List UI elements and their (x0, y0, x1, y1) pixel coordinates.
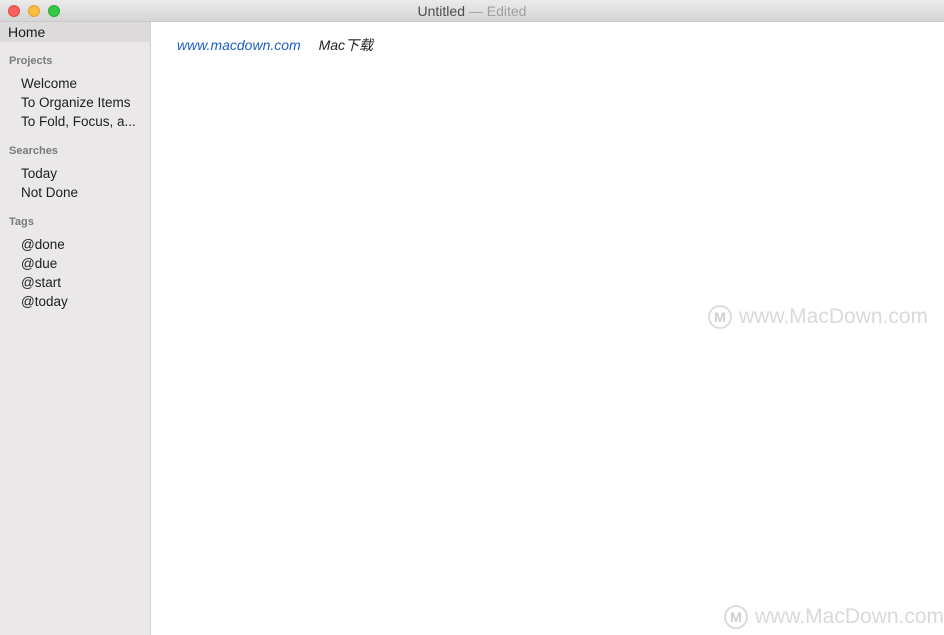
sidebar-item-not-done[interactable]: Not Done (21, 185, 146, 200)
document-name: Untitled (417, 3, 465, 19)
sidebar-item-tag-start[interactable]: @start (21, 275, 146, 290)
watermark-text: www.MacDown.com (755, 605, 944, 628)
tags-header: Tags (9, 216, 34, 228)
document-line[interactable]: www.macdown.com Mac下载 (177, 35, 373, 55)
watermark-text: www.MacDown.com (739, 305, 929, 328)
searches-header: Searches (9, 145, 58, 157)
sidebar-item-welcome[interactable]: Welcome (21, 76, 146, 91)
watermark-center: M www.MacDown.com (708, 305, 928, 329)
projects-header: Projects (9, 55, 53, 67)
window-title: Untitled — Edited (0, 0, 944, 22)
sidebar-item-today[interactable]: Today (21, 166, 146, 181)
sidebar-item-tag-today[interactable]: @today (21, 294, 146, 309)
url-link[interactable]: www.macdown.com (177, 37, 301, 53)
app-window: Untitled — Edited Home Projects Welcome … (0, 0, 944, 635)
watermark-bottom: M www.MacDown.com (724, 605, 944, 629)
title-separator: — (468, 3, 483, 19)
sidebar-item-tag-due[interactable]: @due (21, 256, 146, 271)
sidebar-item-home[interactable]: Home (0, 22, 150, 42)
macdown-logo-icon: M (708, 305, 732, 329)
line-text: Mac下载 (318, 37, 374, 53)
sidebar-item-to-fold-focus[interactable]: To Fold, Focus, a... (21, 114, 146, 129)
title-bar[interactable]: Untitled — Edited (0, 0, 944, 22)
edited-status: Edited (486, 3, 527, 19)
sidebar-item-to-organize-items[interactable]: To Organize Items (21, 95, 146, 110)
sidebar-item-tag-done[interactable]: @done (21, 237, 146, 252)
sidebar: Home Projects Welcome To Organize Items … (0, 22, 151, 635)
macdown-logo-icon: M (724, 605, 748, 629)
